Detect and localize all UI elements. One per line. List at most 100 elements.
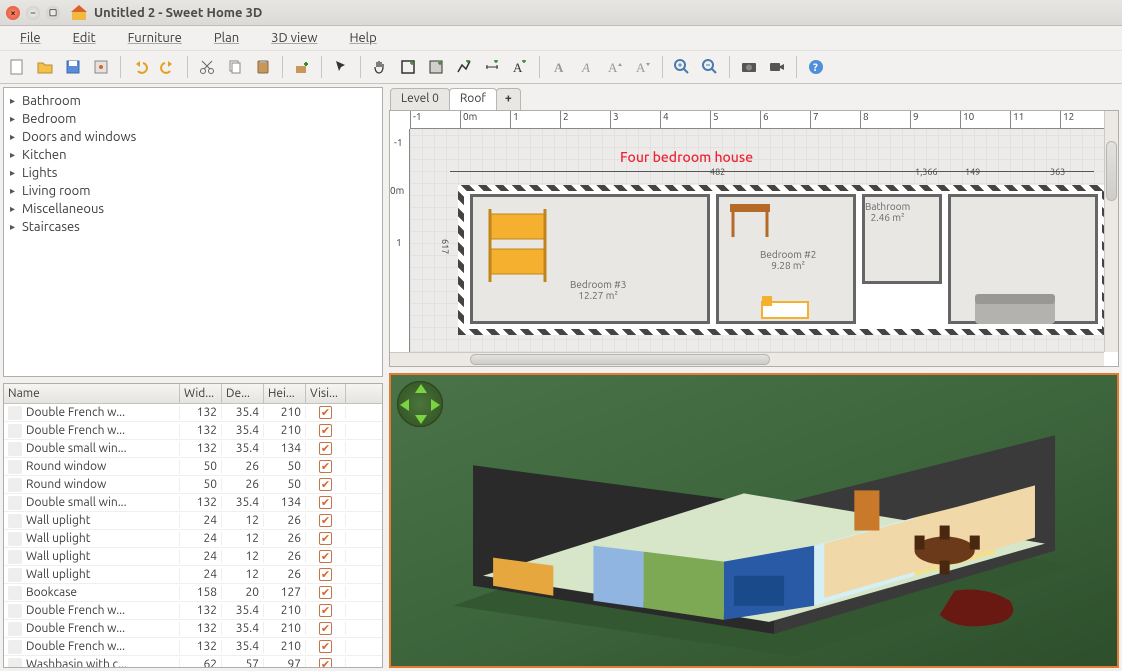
pan-tool[interactable]: [367, 54, 393, 80]
add-furniture-button[interactable]: [289, 54, 315, 80]
visibility-checkbox[interactable]: ✔: [319, 406, 332, 419]
paste-button[interactable]: [250, 54, 276, 80]
photo-button[interactable]: [736, 54, 762, 80]
svg-text:A: A: [513, 60, 523, 75]
window-minimize-button[interactable]: –: [26, 6, 40, 20]
catalog-category[interactable]: ▸Kitchen: [10, 146, 376, 164]
cut-button[interactable]: [194, 54, 220, 80]
select-tool[interactable]: [328, 54, 354, 80]
bunk-bed-icon[interactable]: [485, 204, 555, 284]
visibility-checkbox[interactable]: ✔: [319, 568, 332, 581]
column-visible[interactable]: Visi...: [306, 384, 346, 403]
text-size-down-button[interactable]: A: [630, 54, 656, 80]
table-row[interactable]: Round window502650✔: [4, 476, 382, 494]
menu-help[interactable]: Help: [333, 28, 392, 48]
nav-up-icon[interactable]: [415, 384, 427, 393]
3d-view[interactable]: [389, 373, 1119, 668]
create-walls-tool[interactable]: [395, 54, 421, 80]
table-row[interactable]: Double French w...13235.4210✔: [4, 602, 382, 620]
visibility-checkbox[interactable]: ✔: [319, 532, 332, 545]
new-button[interactable]: [4, 54, 30, 80]
create-polylines-tool[interactable]: [451, 54, 477, 80]
plan-title-text[interactable]: Four bedroom house: [620, 149, 753, 165]
catalog-category[interactable]: ▸Living room: [10, 182, 376, 200]
create-text-tool[interactable]: A: [507, 54, 533, 80]
item-thumbnail-icon: [8, 478, 22, 492]
expand-arrow-icon: ▸: [10, 113, 22, 125]
visibility-checkbox[interactable]: ✔: [319, 496, 332, 509]
table-row[interactable]: Wall uplight241226✔: [4, 548, 382, 566]
item-thumbnail-icon: [8, 604, 22, 618]
table-row[interactable]: Washbasin with c...625797✔: [4, 656, 382, 667]
tab-level-0[interactable]: Level 0: [390, 88, 450, 110]
text-bold-button[interactable]: A: [546, 54, 572, 80]
text-size-up-button[interactable]: A: [602, 54, 628, 80]
catalog-category[interactable]: ▸Lights: [10, 164, 376, 182]
nav-down-icon[interactable]: [415, 415, 427, 424]
catalog-category[interactable]: ▸Bedroom: [10, 110, 376, 128]
text-italic-button[interactable]: A: [574, 54, 600, 80]
table-row[interactable]: Wall uplight241226✔: [4, 512, 382, 530]
visibility-checkbox[interactable]: ✔: [319, 550, 332, 563]
table-row[interactable]: Double French w...13235.4210✔: [4, 422, 382, 440]
visibility-checkbox[interactable]: ✔: [319, 658, 332, 667]
table-row[interactable]: Wall uplight241226✔: [4, 566, 382, 584]
window-maximize-button[interactable]: ▢: [46, 6, 60, 20]
visibility-checkbox[interactable]: ✔: [319, 460, 332, 473]
visibility-checkbox[interactable]: ✔: [319, 640, 332, 653]
table-row[interactable]: Double small win...13235.4134✔: [4, 440, 382, 458]
menu-plan[interactable]: Plan: [198, 28, 255, 48]
table-row[interactable]: Double French w...13235.4210✔: [4, 638, 382, 656]
plan-horizontal-scrollbar[interactable]: [390, 352, 1104, 366]
redo-button[interactable]: [155, 54, 181, 80]
column-width[interactable]: Wid...: [180, 384, 222, 403]
visibility-checkbox[interactable]: ✔: [319, 478, 332, 491]
menu-file[interactable]: File: [4, 28, 57, 48]
visibility-checkbox[interactable]: ✔: [319, 604, 332, 617]
zoom-in-button[interactable]: [669, 54, 695, 80]
menu-edit[interactable]: Edit: [57, 28, 112, 48]
save-button[interactable]: [60, 54, 86, 80]
menu-furniture[interactable]: Furniture: [112, 28, 198, 48]
tab-add-level[interactable]: +: [496, 88, 521, 110]
catalog-category[interactable]: ▸Doors and windows: [10, 128, 376, 146]
column-name[interactable]: Name: [4, 384, 180, 403]
copy-button[interactable]: [222, 54, 248, 80]
furniture-catalog-tree[interactable]: ▸Bathroom▸Bedroom▸Doors and windows▸Kitc…: [3, 87, 383, 377]
open-button[interactable]: [32, 54, 58, 80]
visibility-checkbox[interactable]: ✔: [319, 514, 332, 527]
menu-3dview[interactable]: 3D view: [255, 28, 333, 48]
window-close-button[interactable]: ×: [6, 6, 20, 20]
undo-button[interactable]: [127, 54, 153, 80]
table-row[interactable]: Bookcase15820127✔: [4, 584, 382, 602]
bed-icon[interactable]: [760, 294, 810, 324]
help-button[interactable]: ?: [803, 54, 829, 80]
sofa-icon[interactable]: [970, 289, 1060, 329]
create-dimensions-tool[interactable]: [479, 54, 505, 80]
create-rooms-tool[interactable]: [423, 54, 449, 80]
table-row[interactable]: Double French w...13235.4210✔: [4, 620, 382, 638]
catalog-category[interactable]: ▸Miscellaneous: [10, 200, 376, 218]
catalog-category[interactable]: ▸Bathroom: [10, 92, 376, 110]
nav-right-icon[interactable]: [431, 399, 440, 411]
table-row[interactable]: Round window502650✔: [4, 458, 382, 476]
visibility-checkbox[interactable]: ✔: [319, 424, 332, 437]
zoom-out-button[interactable]: [697, 54, 723, 80]
column-depth[interactable]: De...: [222, 384, 264, 403]
column-height[interactable]: Hei...: [264, 384, 306, 403]
visibility-checkbox[interactable]: ✔: [319, 586, 332, 599]
table-icon[interactable]: [725, 199, 775, 239]
table-row[interactable]: Double French w...13235.4210✔: [4, 404, 382, 422]
visibility-checkbox[interactable]: ✔: [319, 442, 332, 455]
visibility-checkbox[interactable]: ✔: [319, 622, 332, 635]
table-row[interactable]: Double small win...13235.4134✔: [4, 494, 382, 512]
plan-view[interactable]: -10m123456789101112 -1 0m 1 Four bedroom…: [389, 110, 1119, 367]
catalog-category[interactable]: ▸Staircases: [10, 218, 376, 236]
3d-navigation-control[interactable]: [397, 381, 443, 427]
plan-vertical-scrollbar[interactable]: [1104, 111, 1118, 352]
video-button[interactable]: [764, 54, 790, 80]
tab-roof[interactable]: Roof: [449, 88, 497, 110]
table-row[interactable]: Wall uplight241226✔: [4, 530, 382, 548]
preferences-button[interactable]: [88, 54, 114, 80]
nav-left-icon[interactable]: [400, 399, 409, 411]
